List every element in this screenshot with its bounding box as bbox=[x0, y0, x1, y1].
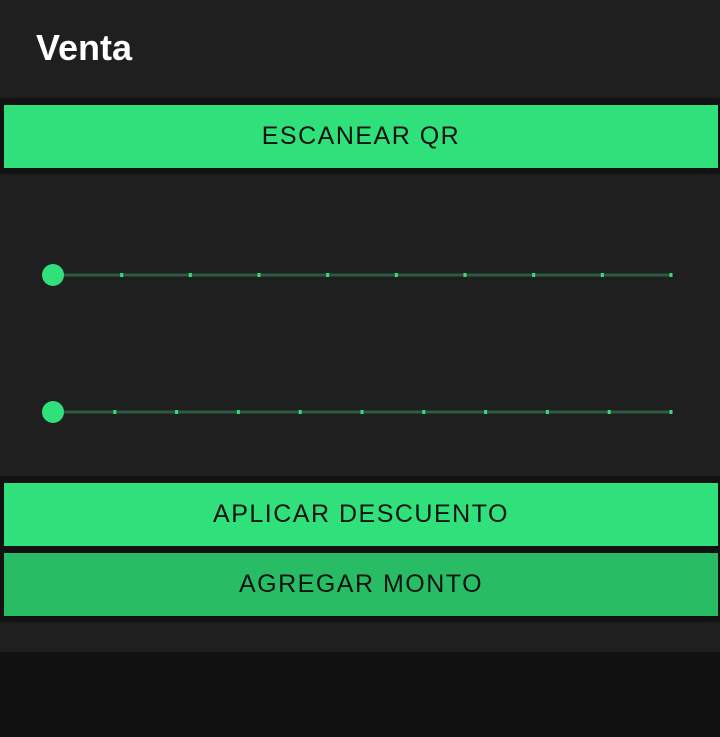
page-title: Venta bbox=[36, 27, 133, 68]
slider-1-graphic[interactable] bbox=[40, 261, 680, 289]
sale-screen: Venta ESCANEAR QR APLICAR DESCUENTO AGRE… bbox=[0, 0, 720, 652]
slider-1-tick bbox=[669, 273, 673, 277]
scan-qr-button[interactable]: ESCANEAR QR bbox=[4, 105, 718, 168]
slider-1-tick bbox=[188, 273, 192, 277]
slider-2-tick bbox=[669, 410, 673, 414]
slider-1-tick bbox=[532, 273, 536, 277]
slider-1-tick bbox=[394, 273, 398, 277]
slider-2-graphic[interactable] bbox=[40, 398, 680, 426]
slider-1[interactable] bbox=[40, 261, 680, 289]
slider-2-tick bbox=[360, 410, 364, 414]
slider-2-tick bbox=[607, 410, 611, 414]
add-amount-button[interactable]: AGREGAR MONTO bbox=[4, 553, 718, 616]
bottom-area bbox=[0, 652, 720, 737]
slider-2-tick bbox=[113, 410, 117, 414]
apply-discount-button[interactable]: APLICAR DESCUENTO bbox=[4, 483, 718, 546]
slider-1-thumb bbox=[42, 264, 64, 286]
slider-2-tick bbox=[298, 410, 302, 414]
slider-2-tick bbox=[545, 410, 549, 414]
slider-2-thumb bbox=[42, 401, 64, 423]
slider-2-tick bbox=[484, 410, 488, 414]
slider-1-tick bbox=[326, 273, 330, 277]
slider-1-tick bbox=[600, 273, 604, 277]
scan-qr-frame: ESCANEAR QR bbox=[0, 98, 720, 174]
slider-2-tick bbox=[175, 410, 179, 414]
actions-frame: APLICAR DESCUENTO AGREGAR MONTO bbox=[0, 476, 720, 622]
slider-2[interactable] bbox=[40, 398, 680, 426]
slider-1-tick bbox=[120, 273, 124, 277]
slider-2-tick bbox=[422, 410, 426, 414]
slider-2-tick bbox=[236, 410, 240, 414]
slider-1-tick bbox=[463, 273, 467, 277]
slider-1-tick bbox=[257, 273, 261, 277]
